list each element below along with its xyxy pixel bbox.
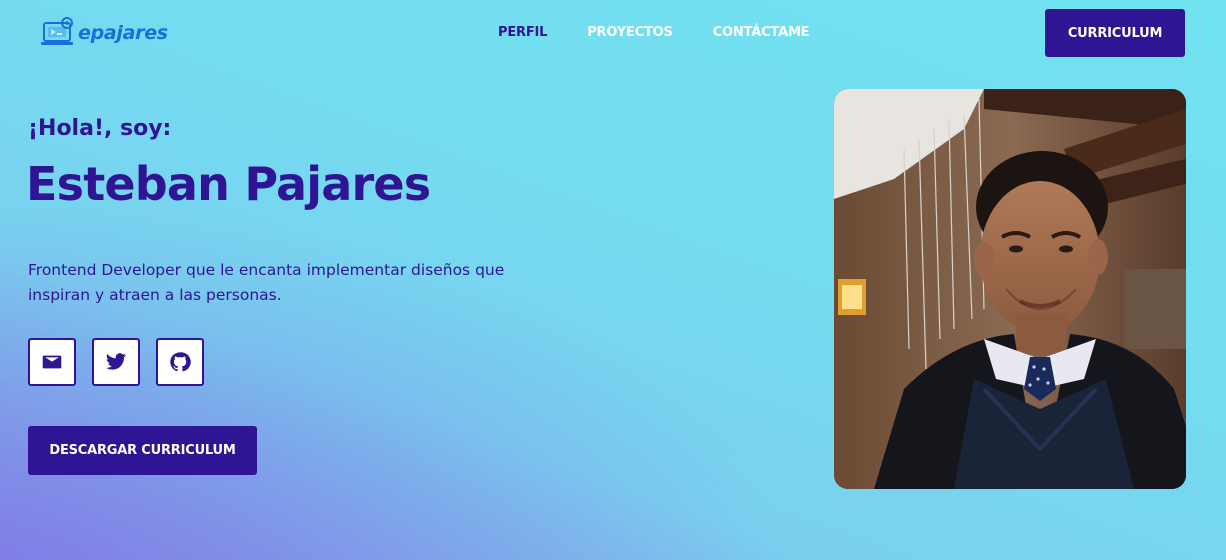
laptop-gear-logo-icon bbox=[41, 17, 73, 45]
download-curriculum-button[interactable]: DESCARGAR CURRICULUM bbox=[28, 426, 257, 475]
main-nav: PERFIL PROYECTOS CONTÁCTAME bbox=[498, 25, 810, 40]
github-button[interactable] bbox=[156, 338, 204, 386]
twitter-button[interactable] bbox=[92, 338, 140, 386]
nav-item-contactame[interactable]: CONTÁCTAME bbox=[713, 25, 810, 40]
logo-text: epajares bbox=[78, 22, 168, 44]
greeting: ¡Hola!, soy: bbox=[28, 116, 172, 141]
github-icon bbox=[170, 352, 191, 372]
page-title: Esteban Pajares bbox=[26, 157, 431, 211]
bio-line-2: inspiran y atraen a las personas. bbox=[28, 286, 282, 304]
logo[interactable]: epajares bbox=[40, 14, 168, 52]
mail-button[interactable] bbox=[28, 338, 76, 386]
bio-text: Frontend Developer que le encanta implem… bbox=[28, 258, 548, 308]
bio-line-1: Frontend Developer que le encanta implem… bbox=[28, 261, 505, 279]
nav-item-proyectos[interactable]: PROYECTOS bbox=[587, 25, 673, 40]
profile-photo-illustration bbox=[834, 89, 1186, 489]
nav-item-perfil[interactable]: PERFIL bbox=[498, 25, 547, 40]
social-links bbox=[28, 338, 204, 386]
curriculum-button[interactable]: CURRICULUM bbox=[1045, 9, 1185, 57]
twitter-icon bbox=[105, 353, 127, 370]
mail-icon bbox=[42, 355, 62, 369]
profile-photo bbox=[834, 89, 1186, 489]
